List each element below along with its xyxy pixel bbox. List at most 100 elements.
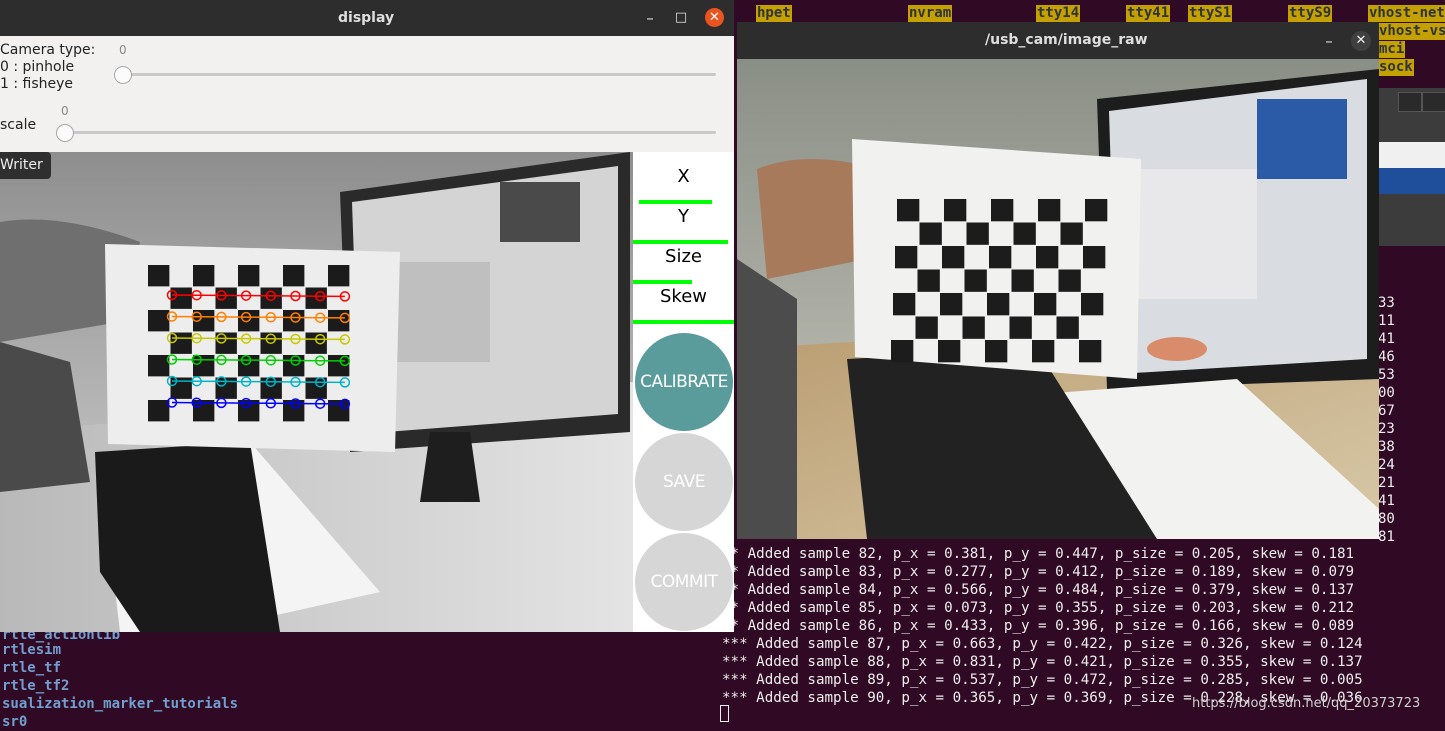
checkerboard-square — [915, 316, 938, 339]
checkerboard-square — [1060, 222, 1083, 245]
checkerboard-square — [283, 265, 305, 287]
raw-camera-frame — [737, 59, 1379, 539]
checkerboard-square — [148, 355, 170, 377]
metric-size-label: Size — [665, 246, 702, 267]
dir-entry: nvram — [908, 5, 953, 22]
dir-entry: vhost-vso — [1378, 23, 1445, 40]
package-entry: sr0 — [2, 714, 28, 730]
checkerboard-square — [1079, 340, 1102, 363]
checkerboard-square — [964, 269, 987, 292]
image-raw-window: /usb_cam/image_raw – ✕ — [737, 22, 1379, 539]
calibrate-button[interactable]: CALIBRATE — [635, 333, 733, 431]
checkerboard-square — [238, 265, 260, 287]
log-line: ** Added sample 86, p_x = 0.433, p_y = 0… — [722, 618, 1355, 634]
camera-type-option: 1 : fisheye — [0, 76, 74, 92]
dir-entry: tty41 — [1126, 5, 1171, 22]
checkerboard-square — [193, 265, 215, 287]
window-title: /usb_cam/image_raw — [985, 32, 1148, 48]
terminal-package-pane[interactable]: rtle_actionlib rtlesim rtle_tf rtle_tf2 … — [0, 627, 720, 730]
checkerboard-square — [897, 199, 920, 222]
checkerboard-square — [991, 199, 1014, 222]
log-line: ** Added sample 85, p_x = 0.073, p_y = 0… — [722, 600, 1355, 616]
tooltip-text: Writer — [0, 157, 43, 173]
metric-x-bar — [639, 200, 712, 204]
camera-type-label: Camera type: — [0, 42, 96, 58]
checkerboard-square — [1081, 293, 1104, 316]
log-tail-value: 80 — [1378, 511, 1395, 527]
checkerboard-square — [942, 246, 965, 269]
watermark-text: https://blog.csdn.net/qq_20373723 — [1192, 696, 1421, 711]
checkerboard-square — [328, 265, 350, 287]
package-entry: rtle_tf — [2, 660, 62, 676]
window-button[interactable] — [1422, 92, 1445, 112]
close-icon[interactable]: ✕ — [1351, 31, 1371, 51]
calibration-side-panel: X Y Size Skew CALIBRATE SAVE COMMIT — [633, 152, 734, 632]
log-tail-value: 38 — [1378, 439, 1395, 455]
dir-entry: sock — [1378, 59, 1414, 76]
camera-type-slider-track[interactable] — [114, 73, 716, 76]
metric-skew-bar — [633, 320, 734, 324]
scale-value: 0 — [61, 104, 69, 118]
display-window: display – □ ✕ Camera type: 0 : pinhole 1… — [0, 0, 734, 632]
minimize-icon[interactable]: – — [1321, 31, 1337, 51]
log-tail-value: 00 — [1378, 385, 1395, 401]
log-tail-value: 41 — [1378, 331, 1395, 347]
commit-button[interactable]: COMMIT — [635, 533, 733, 631]
dir-entry: tty14 — [1036, 5, 1081, 22]
checkerboard-square — [1036, 246, 1059, 269]
checkerboard-square — [989, 246, 1012, 269]
raw-camera-view — [737, 59, 1379, 539]
checkerboard-square — [940, 293, 963, 316]
editor-bar — [1378, 142, 1445, 168]
editor-status-bar — [1378, 168, 1445, 194]
camera-type-slider-handle[interactable] — [114, 66, 132, 84]
save-button[interactable]: SAVE — [635, 433, 733, 531]
checkerboard-square — [893, 293, 916, 316]
checkerboard-square — [966, 222, 989, 245]
log-tail-value: 21 — [1378, 475, 1395, 491]
camera-type-option: 0 : pinhole — [0, 59, 75, 75]
display-titlebar[interactable]: display – □ ✕ — [0, 0, 734, 36]
checkerboard-square — [283, 355, 305, 377]
checkerboard-square — [891, 340, 914, 363]
checkerboard-square — [1013, 222, 1036, 245]
metric-y-bar — [633, 240, 728, 244]
scale-slider-track[interactable] — [56, 131, 716, 134]
dir-entry: mci — [1378, 41, 1406, 58]
minimize-icon[interactable]: – — [640, 8, 660, 28]
log-line: *** Added sample 89, p_x = 0.537, p_y = … — [722, 672, 1363, 688]
terminal-cursor — [720, 705, 729, 722]
scale-label: scale — [0, 117, 37, 133]
checkerboard-square — [917, 269, 940, 292]
checkerboard-square — [148, 265, 170, 287]
close-icon[interactable]: ✕ — [705, 8, 724, 27]
checkerboard-square — [170, 332, 192, 354]
dir-entry: hpet — [756, 5, 792, 22]
checkerboard-square — [895, 246, 918, 269]
checkerboard-square — [985, 340, 1008, 363]
dir-entry: ttyS9 — [1288, 5, 1333, 22]
checkerboard-square — [962, 316, 985, 339]
log-tail-value: 41 — [1378, 493, 1395, 509]
metric-size-bar — [633, 280, 692, 284]
log-line: ** Added sample 83, p_x = 0.277, p_y = 0… — [722, 564, 1355, 580]
log-line: *** Added sample 88, p_x = 0.831, p_y = … — [722, 654, 1363, 670]
checkerboard-square — [148, 400, 170, 422]
maximize-icon[interactable]: □ — [671, 8, 691, 28]
tooltip: Writer — [0, 152, 51, 179]
checkerboard-square — [1085, 199, 1108, 222]
log-tail-value: 33 — [1378, 295, 1395, 311]
image-raw-titlebar[interactable]: /usb_cam/image_raw – ✕ — [737, 22, 1379, 59]
checkerboard-square — [1032, 340, 1055, 363]
log-tail-value: 24 — [1378, 457, 1395, 473]
checkerboard-square — [1009, 316, 1032, 339]
calibration-camera-view — [0, 152, 633, 632]
metric-skew-label: Skew — [659, 286, 707, 307]
scale-slider-handle[interactable] — [56, 124, 74, 142]
log-tail-value: 53 — [1378, 367, 1395, 383]
window-button[interactable] — [1398, 92, 1422, 112]
log-line: *** Added sample 87, p_x = 0.663, p_y = … — [722, 636, 1363, 652]
metric-y-label: Y — [678, 206, 689, 227]
log-line: ** Added sample 84, p_x = 0.566, p_y = 0… — [722, 582, 1355, 598]
checkerboard-square — [919, 222, 942, 245]
